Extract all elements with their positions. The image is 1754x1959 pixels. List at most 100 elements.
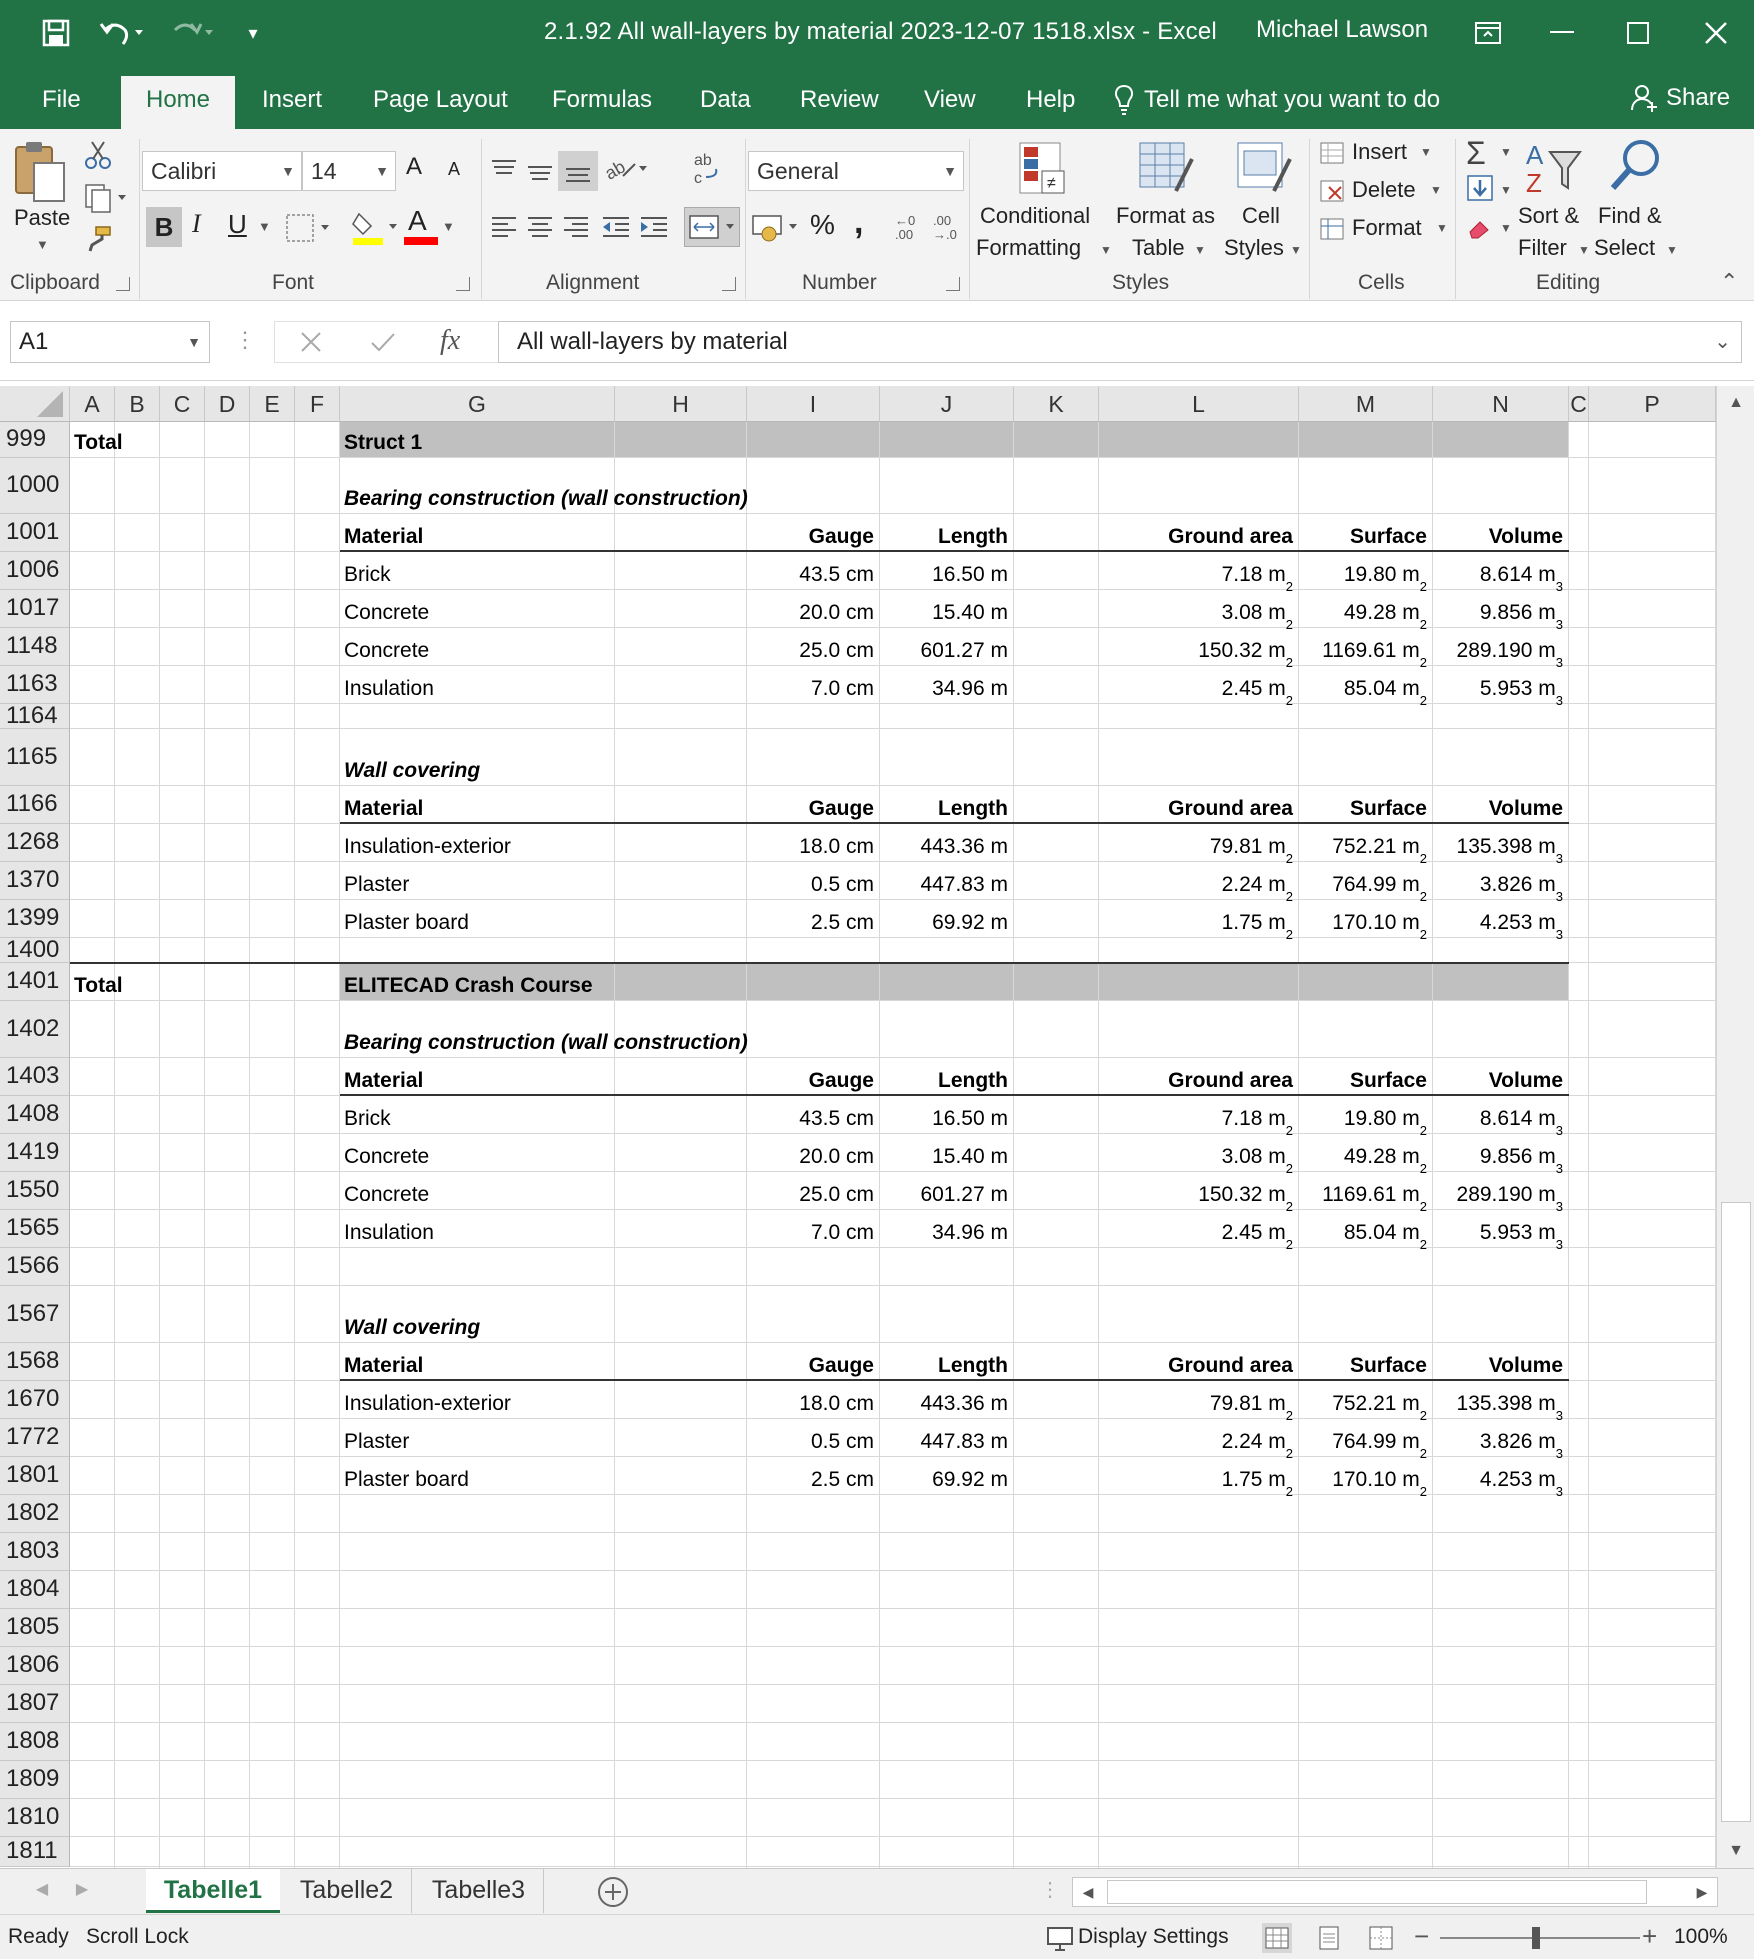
header-material[interactable]: Material [344,786,613,824]
conditional-formatting-icon[interactable]: ≠ [1012,139,1076,199]
column-header[interactable]: L [1099,386,1299,422]
material-cell[interactable]: Insulation [344,1210,745,1248]
material-cell[interactable]: Insulation-exterior [344,1381,745,1419]
row-header[interactable]: 1802 [0,1495,70,1533]
tab-help[interactable]: Help [1024,76,1077,129]
chevron-down-icon[interactable]: ▼ [1100,243,1112,257]
copy-icon[interactable] [82,181,130,215]
maximize-icon[interactable] [1618,10,1658,56]
header-length[interactable]: Length [884,1343,1012,1381]
length-cell[interactable]: 447.83 m [884,862,1012,900]
row-header[interactable]: 1567 [0,1286,70,1343]
chevron-down-icon[interactable]: ▼ [1500,221,1512,235]
header-material[interactable]: Material [344,1058,613,1096]
top-align-icon[interactable] [486,151,522,187]
row-header[interactable]: 1808 [0,1723,70,1761]
length-cell[interactable]: 16.50 m [884,552,1012,590]
row-header[interactable]: 1811 [0,1837,70,1867]
ground-area-cell[interactable]: 2.45 m2 [1103,1210,1297,1251]
row-header[interactable]: 1370 [0,862,70,900]
tab-data[interactable]: Data [698,76,753,129]
gauge-cell[interactable]: 7.0 cm [751,1210,878,1248]
italic-button[interactable]: I [192,209,201,239]
row-header[interactable]: 1801 [0,1457,70,1495]
horizontal-scrollbar-thumb[interactable] [1107,1880,1647,1904]
header-volume[interactable]: Volume [1437,514,1567,552]
expand-formula-bar-icon[interactable]: ⌄ [1714,322,1731,362]
sort-filter-icon[interactable]: AZ [1520,137,1586,199]
prev-sheet-icon[interactable]: ◀ [30,1869,54,1913]
chevron-down-icon[interactable]: ▼ [1430,183,1442,197]
header-surface[interactable]: Surface [1303,786,1431,824]
column-header[interactable]: P [1589,386,1716,422]
length-cell[interactable]: 34.96 m [884,1210,1012,1248]
surface-cell[interactable]: 19.80 m2 [1303,1096,1431,1137]
row-header[interactable]: 1401 [0,963,70,1001]
gauge-cell[interactable]: 7.0 cm [751,666,878,704]
volume-cell[interactable]: 289.190 m3 [1437,628,1567,669]
tab-file[interactable]: File [40,76,83,129]
chevron-down-icon[interactable]: ▼ [1436,221,1448,235]
zoom-out-button[interactable]: − [1414,1921,1429,1952]
surface-cell[interactable]: 85.04 m2 [1303,666,1431,707]
length-cell[interactable]: 16.50 m [884,1096,1012,1134]
gauge-cell[interactable]: 2.5 cm [751,1457,878,1495]
volume-cell[interactable]: 5.953 m3 [1437,666,1567,707]
format-as-table-label-1[interactable]: Format as [1116,203,1215,229]
tab-page-layout[interactable]: Page Layout [371,76,510,129]
bottom-align-icon[interactable] [558,151,598,191]
row-header[interactable]: 1148 [0,628,70,666]
surface-cell[interactable]: 1169.61 m2 [1303,628,1431,669]
group-title[interactable]: Wall covering [344,729,1012,786]
cell-styles-label-1[interactable]: Cell [1242,203,1280,229]
volume-cell[interactable]: 9.856 m3 [1437,590,1567,631]
row-header[interactable]: 1403 [0,1058,70,1096]
insert-cells-icon[interactable] [1318,139,1346,167]
gauge-cell[interactable]: 18.0 cm [751,1381,878,1419]
length-cell[interactable]: 447.83 m [884,1419,1012,1457]
column-header[interactable]: C [160,386,205,422]
format-as-table-icon[interactable] [1134,139,1198,199]
surface-cell[interactable]: 170.10 m2 [1303,1457,1431,1498]
gauge-cell[interactable]: 43.5 cm [751,1096,878,1134]
header-gauge[interactable]: Gauge [751,1343,878,1381]
gauge-cell[interactable]: 20.0 cm [751,590,878,628]
paste-dropdown-icon[interactable]: ▼ [36,237,49,252]
length-cell[interactable]: 443.36 m [884,1381,1012,1419]
volume-cell[interactable]: 4.253 m3 [1437,1457,1567,1498]
volume-cell[interactable]: 3.826 m3 [1437,1419,1567,1460]
row-header[interactable]: 1566 [0,1248,70,1286]
comma-style-button[interactable]: , [854,203,863,242]
column-header[interactable]: F [295,386,340,422]
delete-cells-button[interactable]: Delete [1352,177,1416,203]
ground-area-cell[interactable]: 2.24 m2 [1103,1419,1297,1460]
column-header[interactable]: J [880,386,1014,422]
header-volume[interactable]: Volume [1437,1343,1567,1381]
column-header[interactable]: D [205,386,250,422]
page-layout-view-icon[interactable] [1314,1923,1344,1953]
zoom-slider-thumb[interactable] [1532,1927,1540,1949]
share-button[interactable]: Share [1630,84,1730,112]
chevron-down-icon[interactable]: ▼ [1420,145,1432,159]
row-header[interactable]: 1165 [0,729,70,786]
surface-cell[interactable]: 85.04 m2 [1303,1210,1431,1251]
increase-decimal-icon[interactable]: ←0.00 [890,209,926,245]
wrap-text-icon[interactable]: ab c [690,149,724,189]
clipboard-launcher-icon[interactable] [116,277,130,291]
volume-cell[interactable]: 289.190 m3 [1437,1172,1567,1213]
borders-icon[interactable] [284,211,334,245]
volume-cell[interactable]: 3.826 m3 [1437,862,1567,903]
row-header[interactable]: 1565 [0,1210,70,1248]
row-header[interactable]: 999 [0,422,70,458]
row-header[interactable]: 1017 [0,590,70,628]
find-select-label-1[interactable]: Find & [1598,203,1662,229]
ground-area-cell[interactable]: 2.24 m2 [1103,862,1297,903]
font-size-select[interactable]: 14 ▼ [302,151,396,191]
chevron-down-icon[interactable]: ▼ [1194,243,1206,257]
gauge-cell[interactable]: 0.5 cm [751,1419,878,1457]
minimize-icon[interactable] [1542,10,1582,56]
normal-view-icon[interactable] [1262,1923,1292,1953]
ground-area-cell[interactable]: 1.75 m2 [1103,900,1297,941]
decrease-font-size-button[interactable]: A [448,159,460,180]
middle-align-icon[interactable] [522,153,558,189]
